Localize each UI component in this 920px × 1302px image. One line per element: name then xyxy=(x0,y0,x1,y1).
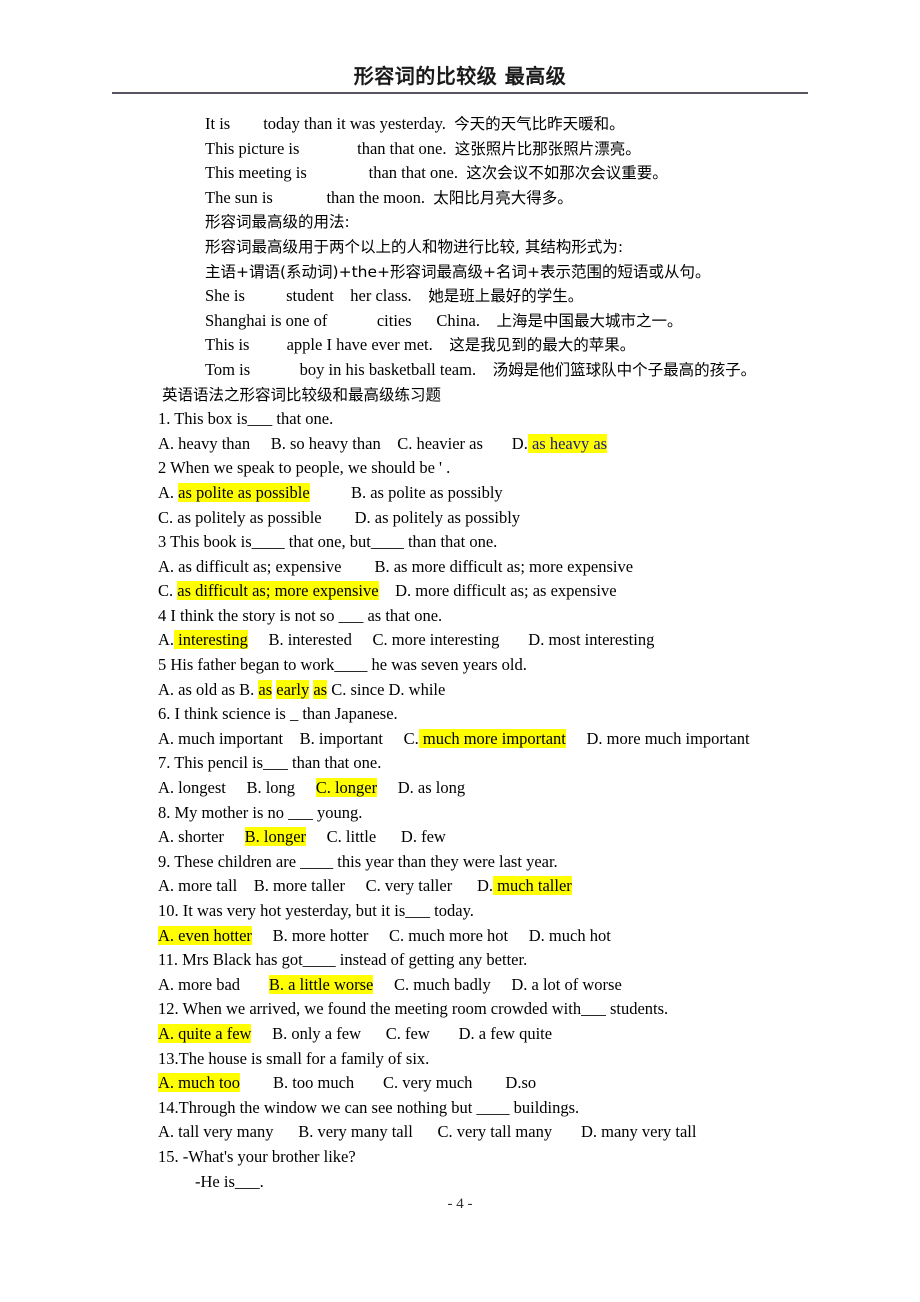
question-stem-14: 12. When we arrived, we found the meetin… xyxy=(158,999,669,1019)
highlighted-answer: B. a little worse xyxy=(268,974,374,994)
question-stem-7: 5 His father began to work____ he was se… xyxy=(158,655,527,675)
superlative-example-1: She is student her class. 她是班上最好的学生。 xyxy=(205,286,584,306)
superlative-note-2: 形容词最高级用于两个以上的人和物进行比较, 其结构形式为: xyxy=(205,237,624,256)
question-stem-15: 13.The house is small for a family of si… xyxy=(158,1048,430,1068)
highlighted-answer: B. longer xyxy=(244,827,307,847)
question-options-15: A. much too B. too much C. very much D.s… xyxy=(158,1073,537,1093)
question-options-1: A. heavy than B. so heavy than C. heavie… xyxy=(158,433,608,453)
question-options-4: A. as difficult as; expensive B. as more… xyxy=(158,556,634,576)
question-stem-16: 14.Through the window we can see nothing… xyxy=(158,1097,580,1117)
question-options-16: A. tall very many B. very many tall C. v… xyxy=(158,1122,697,1142)
question-list: 1. This box is___ that one. A. heavy than… xyxy=(0,407,920,1169)
question-options-5: C. as difficult as; more expensive D. mo… xyxy=(158,581,617,601)
question-options-13: A. more bad B. a little worse C. much ba… xyxy=(158,974,622,994)
highlighted-answer: A. quite a few xyxy=(158,1023,252,1043)
question-options-8: A. much important B. important C. much m… xyxy=(158,728,750,748)
highlighted-answer: C. longer xyxy=(315,778,378,798)
question-options-12: A. even hotter B. more hotter C. much mo… xyxy=(158,925,611,945)
question-options-11: A. more tall B. more taller C. very tall… xyxy=(158,876,572,896)
superlative-note-3: 主语+谓语(系动词)+the+形容词最高级+名词+表示范围的短语或从句。 xyxy=(205,262,711,281)
highlighted-answer: A. even hotter xyxy=(158,925,252,945)
question-stem-1: 1. This box is___ that one. xyxy=(158,409,334,429)
question-options-14: A. quite a few B. only a few C. few D. a… xyxy=(158,1023,553,1043)
question-options-10: A. shorter B. longer C. little D. few xyxy=(158,827,446,847)
question-stem-17: 15. -What's your brother like? xyxy=(158,1146,356,1166)
comparative-example-4: The sun is than the moon. 太阳比月亮大得多。 xyxy=(205,187,573,207)
question-options-7: A. as old as B. as early as C. since D. … xyxy=(158,679,446,699)
highlighted-answer: A. much too xyxy=(158,1073,241,1093)
page-title: 形容词的比较级 最高级 xyxy=(353,64,567,88)
question-stem-13: 11. Mrs Black has got____ instead of get… xyxy=(158,950,528,970)
page-number: - 4 - xyxy=(447,1196,473,1212)
question-stem-4: 3 This book is____ that one, but____ tha… xyxy=(158,532,498,552)
question-options-9: A. longest B. long C. longer D. as long xyxy=(158,778,466,798)
highlighted-answer: much more important xyxy=(418,728,566,748)
comparative-example-2: This picture is than that one. 这张照片比那张照片… xyxy=(205,138,641,158)
exercise-heading: 英语语法之形容词比较级和最高级练习题 xyxy=(162,385,442,404)
highlighted-answer: as xyxy=(258,679,273,699)
question-options-6: A. interesting B. interested C. more int… xyxy=(158,630,655,650)
document-body: It is today than it was yesterday. 今天的天气… xyxy=(0,112,920,1194)
header-divider xyxy=(112,92,808,94)
superlative-note-1: 形容词最高级的用法: xyxy=(205,213,350,232)
highlighted-answer: as heavy as xyxy=(527,433,608,453)
comparative-examples: It is today than it was yesterday. 今天的天气… xyxy=(0,112,920,210)
question-15-answer-line: -He is___. xyxy=(195,1171,264,1191)
superlative-example-3: This is apple I have ever met. 这是我见到的最大的… xyxy=(205,335,636,355)
highlighted-answer: as xyxy=(313,679,328,699)
question-stem-12: 10. It was very hot yesterday, but it is… xyxy=(158,901,474,920)
superlative-examples: She is student her class. 她是班上最好的学生。 Shan… xyxy=(0,284,920,382)
comparative-example-3: This meeting is than that one. 这次会议不如那次会… xyxy=(205,163,668,183)
question-stem-9: 7. This pencil is___ than that one. xyxy=(158,753,382,773)
comparative-example-1: It is today than it was yesterday. 今天的天气… xyxy=(205,114,625,133)
question-stem-6: 4 I think the story is not so ___ as tha… xyxy=(158,605,443,625)
question-stem-11: 9. These children are ____ this year tha… xyxy=(158,851,558,871)
question-stem-2: 2 When we speak to people, we should be … xyxy=(158,458,451,478)
question-stem-10: 8. My mother is no ___ young. xyxy=(158,802,363,822)
superlative-example-4: Tom is boy in his basketball team. 汤姆是他们… xyxy=(205,359,757,379)
question-options-3: C. as politely as possible D. as politel… xyxy=(158,507,521,527)
superlative-example-2: Shanghai is one of cities China. 上海是中国最大… xyxy=(205,310,683,330)
document-page: 形容词的比较级 最高级 It is today than it was yest… xyxy=(0,0,920,1302)
highlighted-answer: interesting xyxy=(174,630,248,650)
question-options-2: A. as polite as possible B. as polite as… xyxy=(158,482,503,502)
superlative-notes: 形容词最高级的用法: 形容词最高级用于两个以上的人和物进行比较, 其结构形式为: 主… xyxy=(0,210,920,284)
highlighted-answer: as difficult as; more expensive xyxy=(177,581,379,601)
highlighted-answer: as polite as possible xyxy=(178,482,310,502)
highlighted-answer: much taller xyxy=(492,876,572,896)
highlighted-answer: early xyxy=(276,679,310,699)
question-stem-8: 6. I think science is _ than Japanese. xyxy=(158,704,398,724)
